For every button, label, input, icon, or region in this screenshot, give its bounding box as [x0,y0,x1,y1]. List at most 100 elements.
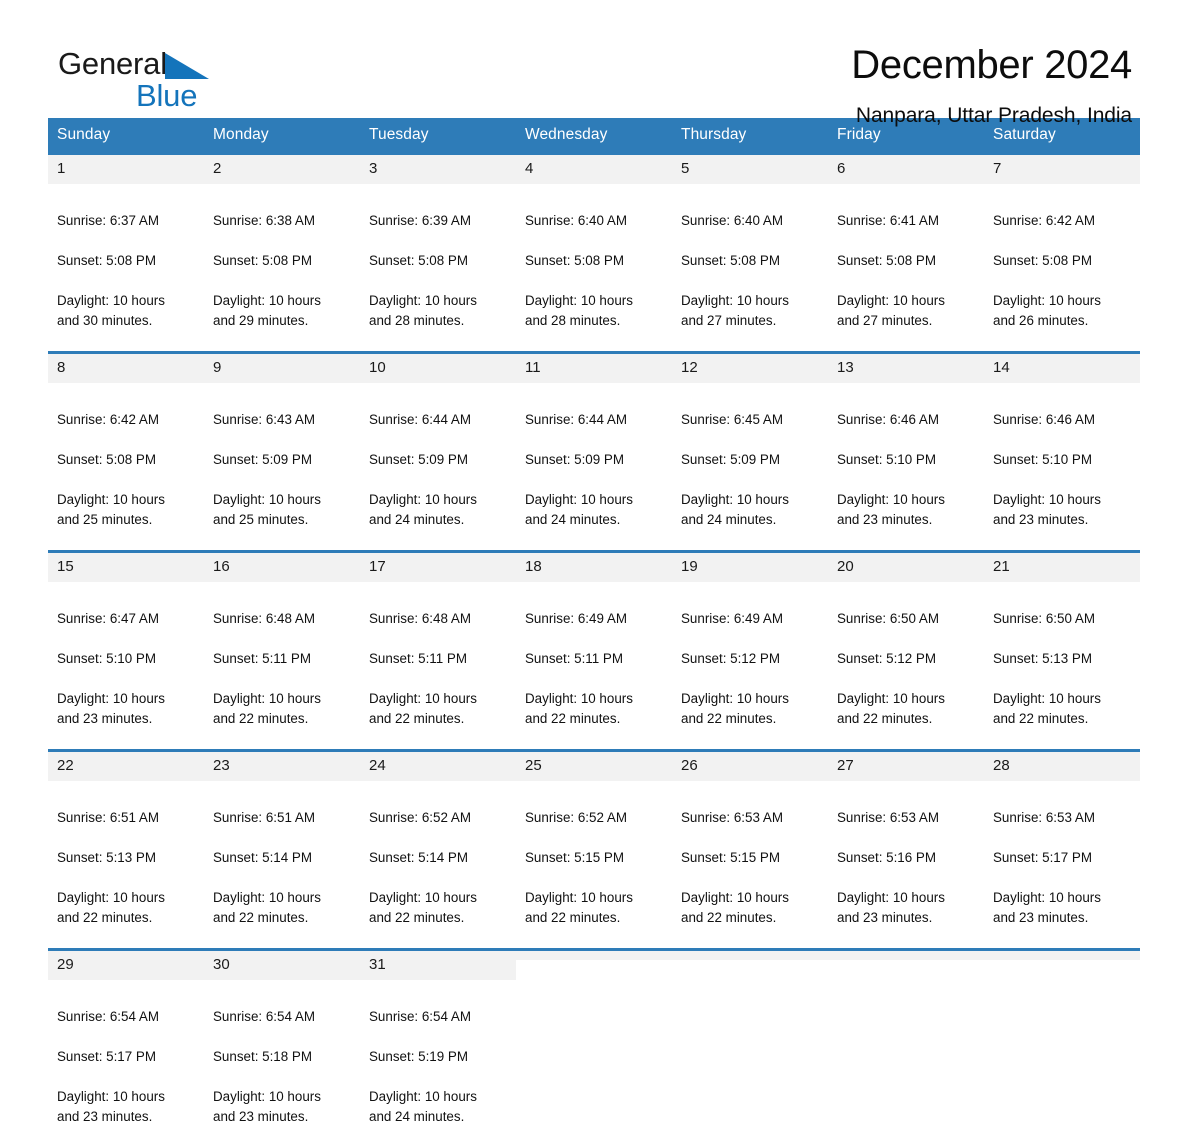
day-cell[interactable]: 7 Sunrise: 6:42 AM Sunset: 5:08 PM Dayli… [984,154,1140,353]
day-cell[interactable]: 25 Sunrise: 6:52 AM Sunset: 5:15 PM Dayl… [516,751,672,950]
daylight-text: Daylight: 10 hours and 22 minutes. [369,689,516,729]
day-cell[interactable]: 14 Sunrise: 6:46 AM Sunset: 5:10 PM Dayl… [984,353,1140,552]
day-cell-empty [984,950,1140,1147]
page-header: General Blue December 2024 Nanpara, Utta… [48,0,1140,118]
daylight-text: Daylight: 10 hours and 28 minutes. [525,291,672,331]
day-cell[interactable]: 30 Sunrise: 6:54 AM Sunset: 5:18 PM Dayl… [204,950,360,1147]
day-details: Sunrise: 6:44 AM Sunset: 5:09 PM Dayligh… [360,383,516,550]
weekday-header-thursday: Thursday [672,118,828,154]
daylight-text: Daylight: 10 hours and 25 minutes. [213,490,360,530]
sunset-text: Sunset: 5:08 PM [57,450,204,470]
day-cell[interactable]: 24 Sunrise: 6:52 AM Sunset: 5:14 PM Dayl… [360,751,516,950]
sunrise-text: Sunrise: 6:43 AM [213,410,360,430]
sunset-text: Sunset: 5:17 PM [993,848,1140,868]
sunset-text: Sunset: 5:08 PM [369,251,516,271]
day-cell[interactable]: 15 Sunrise: 6:47 AM Sunset: 5:10 PM Dayl… [48,552,204,751]
sunset-text: Sunset: 5:08 PM [213,251,360,271]
day-details: Sunrise: 6:42 AM Sunset: 5:08 PM Dayligh… [48,383,204,550]
day-details: Sunrise: 6:42 AM Sunset: 5:08 PM Dayligh… [984,184,1140,351]
day-cell[interactable]: 18 Sunrise: 6:49 AM Sunset: 5:11 PM Dayl… [516,552,672,751]
day-cell[interactable]: 29 Sunrise: 6:54 AM Sunset: 5:17 PM Dayl… [48,950,204,1147]
day-cell-empty [672,950,828,1147]
day-number: 18 [516,553,672,582]
daylight-text: Daylight: 10 hours and 23 minutes. [993,490,1140,530]
day-number: 29 [48,951,204,980]
day-cell[interactable]: 3 Sunrise: 6:39 AM Sunset: 5:08 PM Dayli… [360,154,516,353]
daylight-text: Daylight: 10 hours and 23 minutes. [213,1087,360,1127]
daylight-text: Daylight: 10 hours and 24 minutes. [369,490,516,530]
day-cell[interactable]: 28 Sunrise: 6:53 AM Sunset: 5:17 PM Dayl… [984,751,1140,950]
sunrise-text: Sunrise: 6:42 AM [993,211,1140,231]
sunset-text: Sunset: 5:08 PM [57,251,204,271]
day-cell[interactable]: 10 Sunrise: 6:44 AM Sunset: 5:09 PM Dayl… [360,353,516,552]
day-details: Sunrise: 6:53 AM Sunset: 5:15 PM Dayligh… [672,781,828,948]
day-cell[interactable]: 4 Sunrise: 6:40 AM Sunset: 5:08 PM Dayli… [516,154,672,353]
day-cell[interactable]: 27 Sunrise: 6:53 AM Sunset: 5:16 PM Dayl… [828,751,984,950]
daylight-text: Daylight: 10 hours and 22 minutes. [57,888,204,928]
day-cell[interactable]: 8 Sunrise: 6:42 AM Sunset: 5:08 PM Dayli… [48,353,204,552]
day-number: 14 [984,354,1140,383]
sunrise-text: Sunrise: 6:54 AM [57,1007,204,1027]
day-cell[interactable]: 2 Sunrise: 6:38 AM Sunset: 5:08 PM Dayli… [204,154,360,353]
day-cell[interactable]: 12 Sunrise: 6:45 AM Sunset: 5:09 PM Dayl… [672,353,828,552]
sunset-text: Sunset: 5:08 PM [525,251,672,271]
sunrise-text: Sunrise: 6:44 AM [369,410,516,430]
day-cell[interactable]: 16 Sunrise: 6:48 AM Sunset: 5:11 PM Dayl… [204,552,360,751]
day-cell[interactable]: 20 Sunrise: 6:50 AM Sunset: 5:12 PM Dayl… [828,552,984,751]
day-details: Sunrise: 6:41 AM Sunset: 5:08 PM Dayligh… [828,184,984,351]
day-cell[interactable]: 17 Sunrise: 6:48 AM Sunset: 5:11 PM Dayl… [360,552,516,751]
sunset-text: Sunset: 5:14 PM [213,848,360,868]
weekday-header-monday: Monday [204,118,360,154]
day-cell[interactable]: 23 Sunrise: 6:51 AM Sunset: 5:14 PM Dayl… [204,751,360,950]
title-block: December 2024 Nanpara, Uttar Pradesh, In… [851,42,1132,129]
day-details: Sunrise: 6:52 AM Sunset: 5:14 PM Dayligh… [360,781,516,948]
sunset-text: Sunset: 5:10 PM [57,649,204,669]
page-title: December 2024 [851,42,1132,88]
day-number: 4 [516,155,672,184]
day-details: Sunrise: 6:53 AM Sunset: 5:16 PM Dayligh… [828,781,984,948]
daylight-text: Daylight: 10 hours and 25 minutes. [57,490,204,530]
day-number: 23 [204,752,360,781]
day-cell[interactable]: 11 Sunrise: 6:44 AM Sunset: 5:09 PM Dayl… [516,353,672,552]
sunrise-text: Sunrise: 6:38 AM [213,211,360,231]
sunset-text: Sunset: 5:10 PM [993,450,1140,470]
sunrise-text: Sunrise: 6:46 AM [837,410,984,430]
day-cell[interactable]: 6 Sunrise: 6:41 AM Sunset: 5:08 PM Dayli… [828,154,984,353]
sunset-text: Sunset: 5:15 PM [525,848,672,868]
day-cell[interactable]: 26 Sunrise: 6:53 AM Sunset: 5:15 PM Dayl… [672,751,828,950]
day-cell[interactable]: 9 Sunrise: 6:43 AM Sunset: 5:09 PM Dayli… [204,353,360,552]
sunset-text: Sunset: 5:08 PM [837,251,984,271]
day-details: Sunrise: 6:44 AM Sunset: 5:09 PM Dayligh… [516,383,672,550]
day-number: 7 [984,155,1140,184]
day-cell[interactable]: 1 Sunrise: 6:37 AM Sunset: 5:08 PM Dayli… [48,154,204,353]
general-blue-logo[interactable]: General Blue [58,47,318,119]
day-details: Sunrise: 6:46 AM Sunset: 5:10 PM Dayligh… [828,383,984,550]
daylight-text: Daylight: 10 hours and 23 minutes. [57,1087,204,1127]
sunset-text: Sunset: 5:12 PM [837,649,984,669]
location-subtitle: Nanpara, Uttar Pradesh, India [851,103,1132,129]
day-cell[interactable]: 13 Sunrise: 6:46 AM Sunset: 5:10 PM Dayl… [828,353,984,552]
weekday-header-wednesday: Wednesday [516,118,672,154]
day-number: 25 [516,752,672,781]
day-cell-empty [828,950,984,1147]
calendar-table: Sunday Monday Tuesday Wednesday Thursday… [48,118,1140,1147]
day-number: 1 [48,155,204,184]
daylight-text: Daylight: 10 hours and 24 minutes. [681,490,828,530]
daylight-text: Daylight: 10 hours and 22 minutes. [837,689,984,729]
sunrise-text: Sunrise: 6:46 AM [993,410,1140,430]
day-details: Sunrise: 6:48 AM Sunset: 5:11 PM Dayligh… [204,582,360,749]
daylight-text: Daylight: 10 hours and 23 minutes. [57,689,204,729]
day-cell[interactable]: 5 Sunrise: 6:40 AM Sunset: 5:08 PM Dayli… [672,154,828,353]
day-cell[interactable]: 21 Sunrise: 6:50 AM Sunset: 5:13 PM Dayl… [984,552,1140,751]
day-details: Sunrise: 6:47 AM Sunset: 5:10 PM Dayligh… [48,582,204,749]
day-number: 26 [672,752,828,781]
sunrise-text: Sunrise: 6:37 AM [57,211,204,231]
day-cell[interactable]: 22 Sunrise: 6:51 AM Sunset: 5:13 PM Dayl… [48,751,204,950]
day-cell[interactable]: 19 Sunrise: 6:49 AM Sunset: 5:12 PM Dayl… [672,552,828,751]
calendar-week-row: 15 Sunrise: 6:47 AM Sunset: 5:10 PM Dayl… [48,552,1140,751]
day-number: 8 [48,354,204,383]
day-details: Sunrise: 6:54 AM Sunset: 5:18 PM Dayligh… [204,980,360,1147]
day-cell[interactable]: 31 Sunrise: 6:54 AM Sunset: 5:19 PM Dayl… [360,950,516,1147]
sunrise-text: Sunrise: 6:52 AM [369,808,516,828]
sunset-text: Sunset: 5:18 PM [213,1047,360,1067]
